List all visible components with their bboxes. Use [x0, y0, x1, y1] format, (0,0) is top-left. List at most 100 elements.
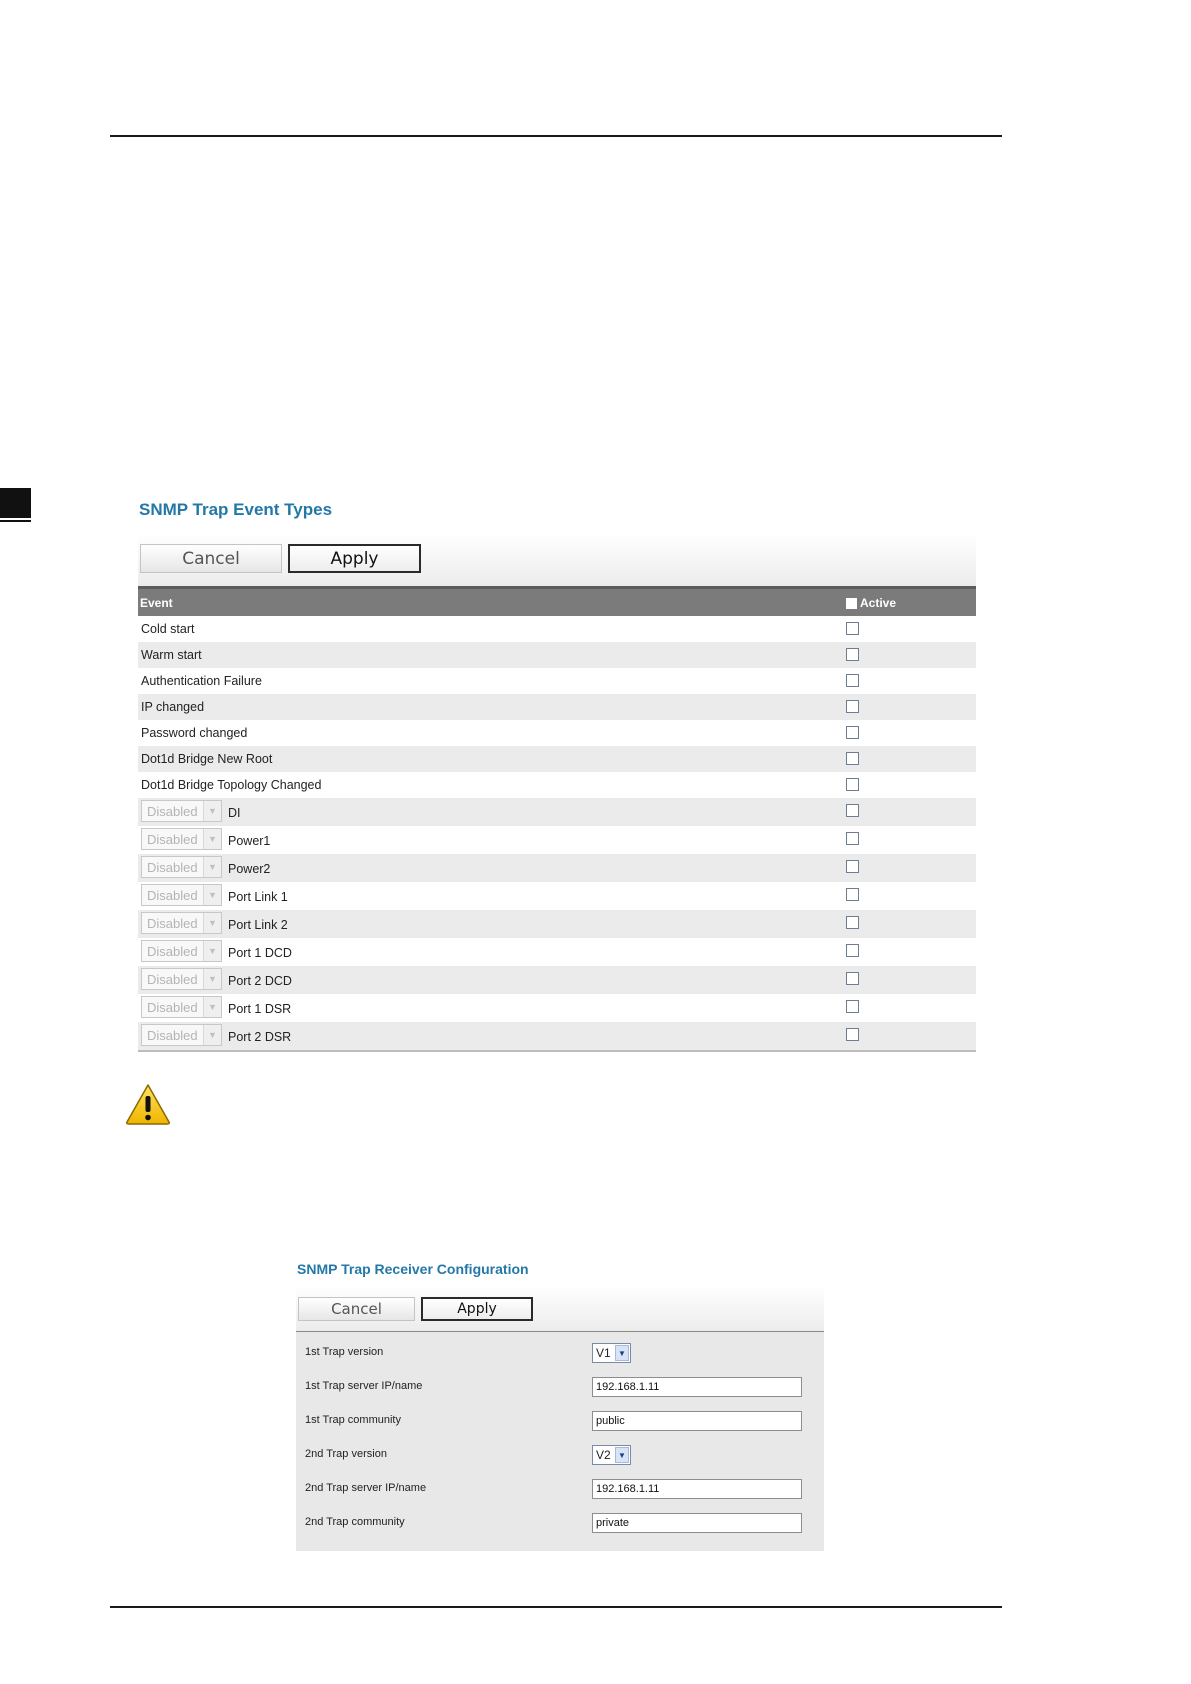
chevron-down-icon: ▼: [203, 1025, 221, 1045]
table-row: Cold start: [138, 616, 976, 642]
warning-icon: [126, 1084, 170, 1125]
table-row: Disabled ▼ Port 1 DCD: [138, 938, 976, 966]
event-label: Dot1d Bridge New Root: [141, 752, 273, 766]
snmp-trap-event-types-panel: SNMP Trap Event Types Cancel Apply Event…: [138, 490, 976, 1052]
active-checkbox[interactable]: [846, 622, 859, 635]
active-checkbox[interactable]: [846, 972, 859, 985]
event-mode-select[interactable]: Disabled ▼: [141, 800, 222, 822]
select-all-checkbox[interactable]: [846, 597, 857, 609]
event-mode-value: Disabled: [147, 972, 198, 987]
active-checkbox[interactable]: [846, 752, 859, 765]
chevron-down-icon: ▼: [203, 829, 221, 849]
table-row: Dot1d Bridge Topology Changed: [138, 772, 976, 798]
event-label: Power1: [228, 834, 271, 848]
trap-field-input[interactable]: [592, 1513, 802, 1533]
section-tab-marker: [0, 488, 31, 518]
bottom-rule: [110, 1606, 1002, 1608]
chevron-down-icon: ▼: [615, 1447, 629, 1463]
chevron-down-icon: ▼: [203, 997, 221, 1017]
cancel-button[interactable]: Cancel: [140, 544, 282, 573]
section-tab-underline: [0, 520, 31, 522]
trap-field-input[interactable]: [592, 1411, 802, 1431]
apply-button[interactable]: Apply: [421, 1297, 533, 1321]
table-row: Password changed: [138, 720, 976, 746]
trap-version-value: V2: [596, 1448, 611, 1462]
event-mode-value: Disabled: [147, 860, 198, 875]
active-checkbox[interactable]: [846, 778, 859, 791]
table-row: Disabled ▼ Power1: [138, 826, 976, 854]
field-label: 1st Trap community: [305, 1414, 401, 1426]
active-checkbox[interactable]: [846, 700, 859, 713]
trap-version-select[interactable]: V2 ▼: [592, 1445, 631, 1465]
active-checkbox[interactable]: [846, 916, 859, 929]
event-label: Port 1 DCD: [228, 946, 292, 960]
field-label: 1st Trap server IP/name: [305, 1380, 423, 1392]
table-row: Disabled ▼ Port Link 1: [138, 882, 976, 910]
event-mode-select[interactable]: Disabled ▼: [141, 884, 222, 906]
form-row: 1st Trap version V1 ▼: [296, 1336, 824, 1370]
event-rows: Cold start Warm start Authentication Failu…: [138, 616, 976, 1050]
active-checkbox[interactable]: [846, 726, 859, 739]
field-label: 2nd Trap version: [305, 1448, 387, 1460]
form-row: 2nd Trap community: [296, 1506, 824, 1540]
event-label: Port Link 1: [228, 890, 288, 904]
event-mode-select[interactable]: Disabled ▼: [141, 940, 222, 962]
active-checkbox[interactable]: [846, 1000, 859, 1013]
event-label: Port 1 DSR: [228, 1002, 292, 1016]
active-checkbox[interactable]: [846, 1028, 859, 1041]
trap-version-select[interactable]: V1 ▼: [592, 1343, 631, 1363]
field-label: 2nd Trap community: [305, 1516, 405, 1528]
event-mode-select[interactable]: Disabled ▼: [141, 996, 222, 1018]
header-event: Event: [140, 596, 173, 610]
apply-button[interactable]: Apply: [288, 544, 421, 573]
table-row: Disabled ▼ Port 2 DSR: [138, 1022, 976, 1050]
form-row: 1st Trap server IP/name: [296, 1370, 824, 1404]
active-checkbox[interactable]: [846, 674, 859, 687]
table-bottom-border: [138, 1050, 976, 1052]
table-row: Disabled ▼ Port 1 DSR: [138, 994, 976, 1022]
active-checkbox[interactable]: [846, 944, 859, 957]
event-mode-select[interactable]: Disabled ▼: [141, 856, 222, 878]
trap-field-input[interactable]: [592, 1479, 802, 1499]
table-row: Disabled ▼ DI: [138, 798, 976, 826]
table-row: Warm start: [138, 642, 976, 668]
event-mode-select[interactable]: Disabled ▼: [141, 1024, 222, 1046]
trap-field-input[interactable]: [592, 1377, 802, 1397]
event-label: Password changed: [141, 726, 248, 740]
field-label: 2nd Trap server IP/name: [305, 1482, 427, 1494]
active-checkbox[interactable]: [846, 888, 859, 901]
active-checkbox[interactable]: [846, 860, 859, 873]
snmp-trap-receiver-panel: SNMP Trap Receiver Configuration Cancel …: [296, 1255, 824, 1551]
panel-header: SNMP Trap Receiver Configuration Cancel …: [296, 1255, 824, 1331]
panel-title: SNMP Trap Receiver Configuration: [297, 1261, 529, 1277]
event-table: Event Active Cold start Warm start Authent…: [138, 586, 976, 1052]
event-label: Port 2 DSR: [228, 1030, 292, 1044]
form-row: 1st Trap community: [296, 1404, 824, 1438]
active-checkbox[interactable]: [846, 648, 859, 661]
event-label: Dot1d Bridge Topology Changed: [141, 778, 322, 792]
event-label: Port Link 2: [228, 918, 288, 932]
panel-title: SNMP Trap Event Types: [139, 500, 333, 519]
chevron-down-icon: ▼: [203, 857, 221, 877]
table-row: IP changed: [138, 694, 976, 720]
table-row: Dot1d Bridge New Root: [138, 746, 976, 772]
event-mode-value: Disabled: [147, 888, 198, 903]
receiver-form: 1st Trap version V1 ▼ 1st Trap server IP/na…: [296, 1331, 824, 1551]
event-label: Power2: [228, 862, 271, 876]
active-checkbox[interactable]: [846, 832, 859, 845]
event-mode-select[interactable]: Disabled ▼: [141, 968, 222, 990]
event-mode-value: Disabled: [147, 916, 198, 931]
form-row: 2nd Trap version V2 ▼: [296, 1438, 824, 1472]
event-mode-value: Disabled: [147, 1000, 198, 1015]
event-mode-select[interactable]: Disabled ▼: [141, 912, 222, 934]
active-checkbox[interactable]: [846, 804, 859, 817]
event-label: Cold start: [141, 622, 195, 636]
chevron-down-icon: ▼: [203, 913, 221, 933]
event-label: DI: [228, 806, 241, 820]
event-mode-value: Disabled: [147, 1028, 198, 1043]
event-mode-select[interactable]: Disabled ▼: [141, 828, 222, 850]
table-row: Disabled ▼ Port 2 DCD: [138, 966, 976, 994]
table-row: Disabled ▼ Power2: [138, 854, 976, 882]
cancel-button[interactable]: Cancel: [298, 1297, 415, 1321]
header-active-label: Active: [860, 596, 897, 610]
